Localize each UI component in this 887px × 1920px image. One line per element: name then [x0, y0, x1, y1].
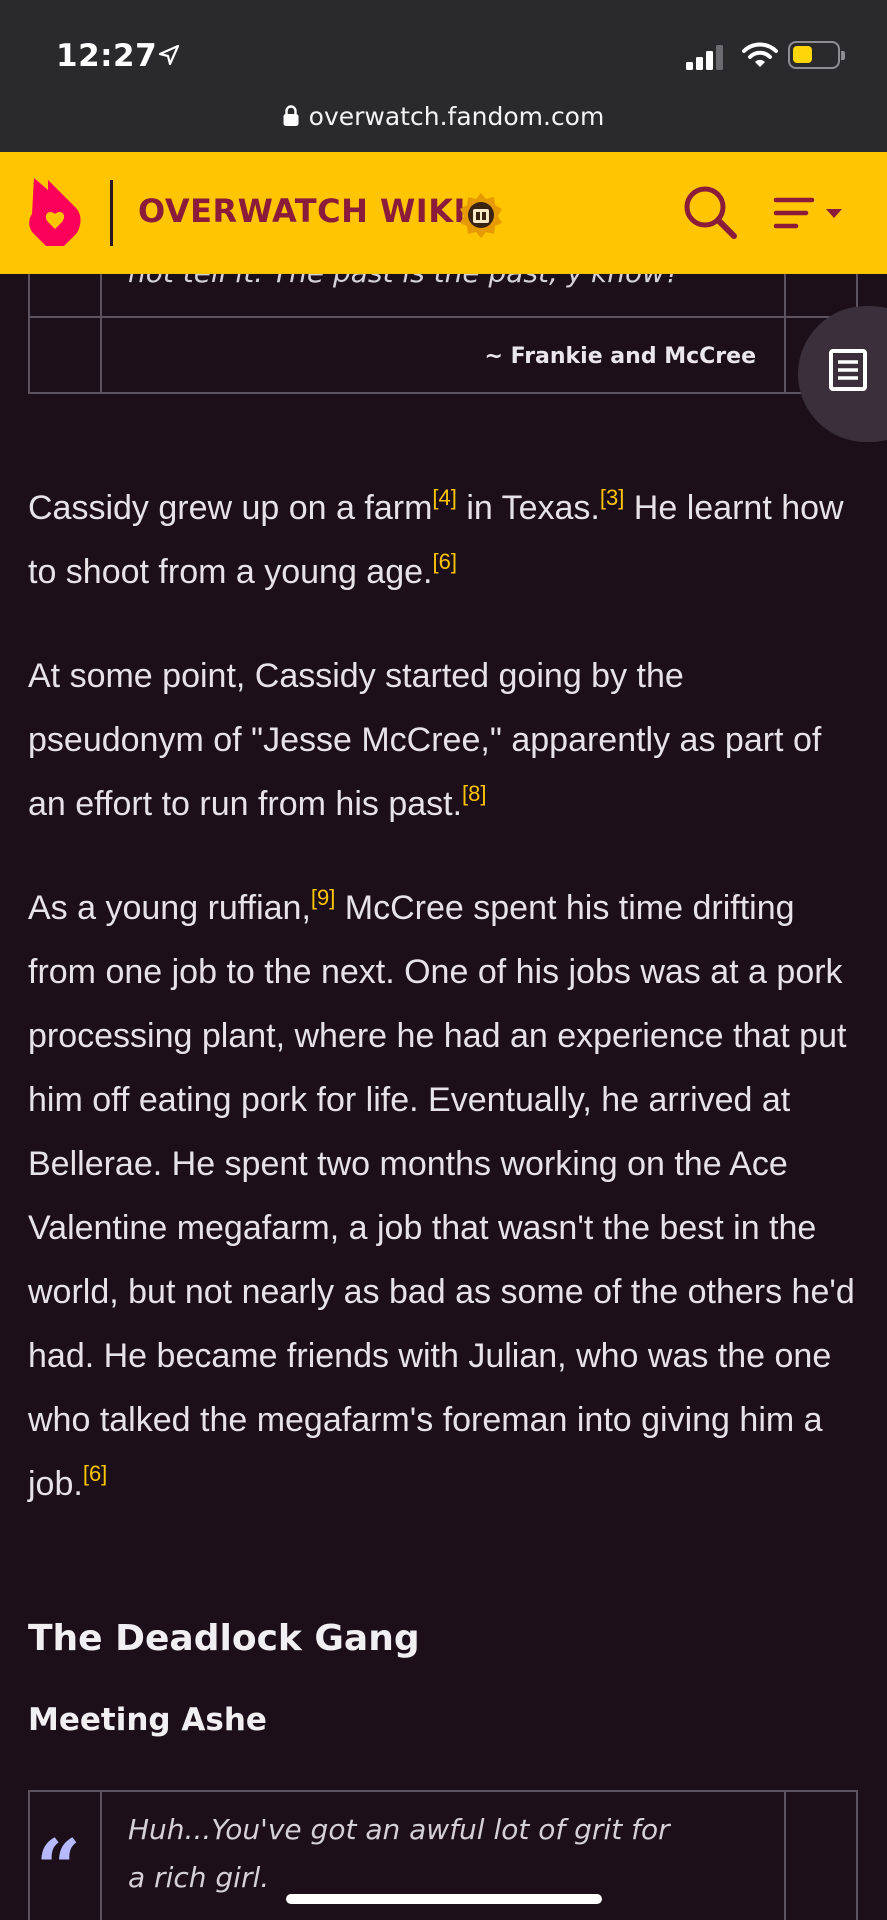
paragraph-1: Cassidy grew up on a farm[4] in Texas.[3…: [28, 476, 858, 604]
wiki-title[interactable]: OVERWATCH WIKI: [138, 192, 466, 230]
header-divider: [110, 180, 113, 246]
quote-attribution: ~ Frankie and McCree: [484, 344, 756, 369]
paragraph-3: As a young ruffian,[9] McCree spent his …: [28, 876, 858, 1516]
section-heading: The Deadlock Gang: [28, 1618, 420, 1659]
address-bar[interactable]: overwatch.fandom.com: [0, 96, 887, 136]
wiki-header: OVERWATCH WIKI: [0, 152, 887, 274]
cellular-signal-icon: [686, 45, 723, 70]
url-text: overwatch.fandom.com: [308, 101, 605, 131]
fandom-flame-icon[interactable]: [26, 176, 84, 248]
wifi-icon: [742, 42, 778, 67]
reference-link[interactable]: [9]: [311, 885, 335, 910]
menu-icon[interactable]: [772, 196, 848, 232]
paragraph-text: At some point, Cassidy started going by …: [28, 657, 822, 823]
reference-link[interactable]: [3]: [600, 485, 624, 510]
reference-link[interactable]: [6]: [83, 1461, 107, 1486]
paragraph-2: At some point, Cassidy started going by …: [28, 644, 858, 836]
quote-box: not tell it. The past is the past, y'kno…: [28, 274, 858, 394]
home-indicator[interactable]: [286, 1894, 602, 1904]
battery-icon: [788, 41, 845, 69]
quote-text: Huh...You've got an awful lot of grit fo…: [128, 1813, 670, 1894]
reference-link[interactable]: [8]: [462, 781, 486, 806]
reference-link[interactable]: [4]: [432, 485, 456, 510]
table-of-contents-icon: [829, 349, 867, 391]
lock-icon: [283, 105, 299, 126]
paragraph-text: As a young ruffian,: [28, 889, 311, 927]
article-content: not tell it. The past is the past, y'kno…: [0, 274, 887, 1920]
location-arrow-icon: [158, 44, 180, 66]
subsection-heading: Meeting Ashe: [28, 1702, 267, 1738]
paragraph-text: McCree spent his time drifting from one …: [28, 889, 855, 1503]
wiki-badge-icon: [460, 193, 502, 238]
paragraph-text: Cassidy grew up on a farm: [28, 489, 433, 527]
browser-chrome: 12:27 overwatch.fandom.com: [0, 0, 887, 152]
search-icon[interactable]: [680, 182, 740, 242]
paragraph-text: in Texas.: [456, 489, 600, 527]
quote-text: not tell it. The past is the past, y'kno…: [128, 274, 680, 289]
close-quote-icon: ”: [807, 274, 848, 310]
reference-link[interactable]: [6]: [432, 549, 456, 574]
status-time: 12:27: [56, 38, 158, 74]
open-quote-icon: “: [36, 1823, 81, 1914]
